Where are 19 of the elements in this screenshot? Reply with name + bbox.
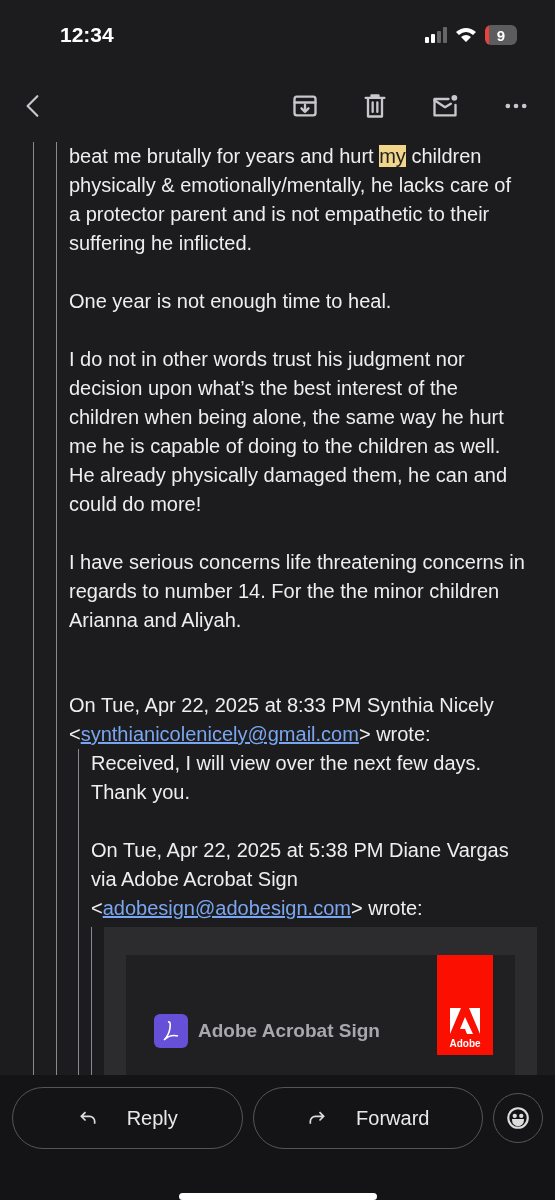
message-paragraph: I have serious concerns life threatening concerns in regards to number 14. For the the minor children Arianna and Aliyah. bbox=[69, 550, 526, 633]
quote-attribution: On Tue, Apr 22, 2025 at 8:33 PM Synthia Nicely <synthianicolenicely@gmail.com> wrote: bbox=[69, 693, 495, 747]
email-link[interactable]: adobesign@adobesign.com bbox=[102, 897, 351, 919]
smiley-icon bbox=[505, 1105, 531, 1131]
clock-time: 12:34 bbox=[60, 23, 114, 47]
battery-icon: 9 bbox=[485, 25, 517, 45]
brand-name: Adobe Acrobat Sign bbox=[198, 1020, 380, 1042]
adobe-logo: Adobe bbox=[437, 955, 493, 1055]
message-paragraph: One year is not enough time to heal. bbox=[69, 289, 393, 314]
signal-icon bbox=[425, 27, 447, 43]
quote-attribution: On Tue, Apr 22, 2025 at 5:38 PM Diane Vargas via Adobe Acrobat Sign <adobesign@adobesign.com> wrote: bbox=[91, 838, 510, 921]
message-paragraph: Received, I will view over the next few days. Thank you. bbox=[91, 751, 483, 805]
message-paragraph: beat me brutally for years and hurt my children physically & emotionally/mentally, he lacks care of a protector parent and is not empathetic to their suffering he inflicted. bbox=[69, 144, 513, 256]
message-paragraph: I do not in other words trust his judgment nor decision upon what’s the best interest of the children when being alone, the same way he hurt me he is capable of doing to the children as well. He already physically damaged them, he can and could do more! bbox=[69, 347, 509, 517]
mail-unread-icon[interactable] bbox=[431, 92, 459, 120]
emoji-button[interactable] bbox=[493, 1093, 543, 1143]
acrobat-sign-icon bbox=[154, 1014, 188, 1048]
wifi-icon bbox=[455, 27, 477, 43]
email-link[interactable]: synthianicolenicely@gmail.com bbox=[80, 723, 359, 745]
